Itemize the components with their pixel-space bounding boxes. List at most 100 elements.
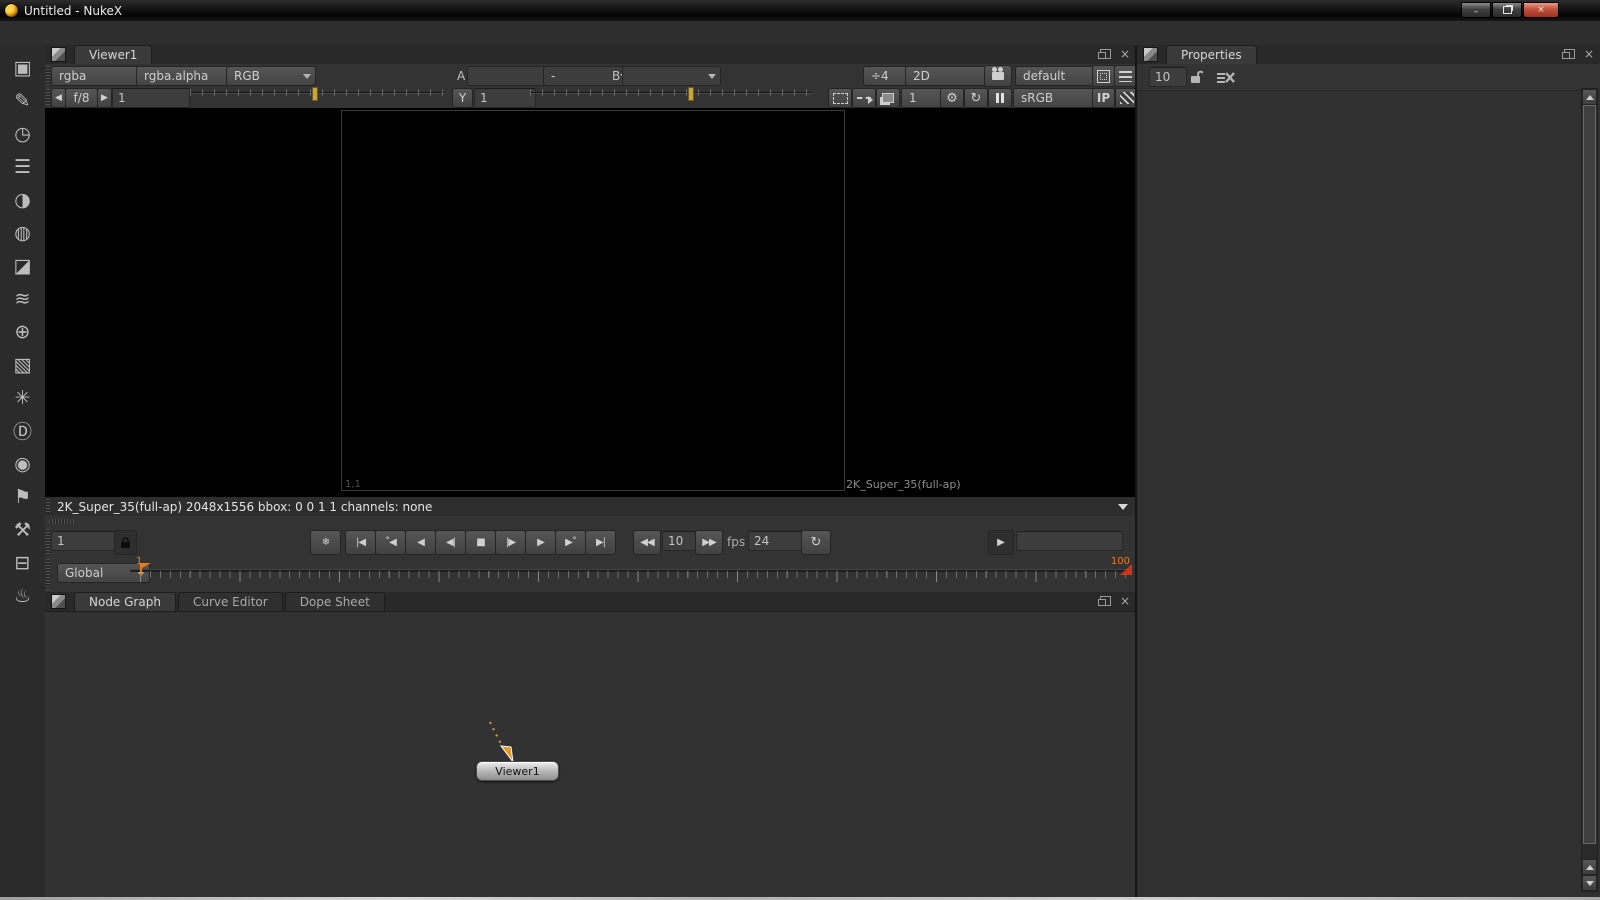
close-pane-icon[interactable]: × [1584, 48, 1594, 60]
nodes-toolbar-views[interactable]: ◉ [6, 447, 40, 480]
nodes-toolbar-3d[interactable]: ▧ [6, 348, 40, 381]
jump-forward-button[interactable]: ▶▶ [695, 530, 723, 555]
menu-viewer[interactable] [76, 30, 94, 36]
pane-menu-icon[interactable] [51, 47, 66, 62]
scrollbar-thumb[interactable] [1583, 105, 1596, 844]
splitter-grip[interactable] [46, 89, 50, 106]
nodes-toolbar-other[interactable]: ⊟ [6, 546, 40, 579]
step-forward-button[interactable]: |▶ [495, 530, 526, 555]
tab-viewer1[interactable]: Viewer1 [74, 45, 152, 64]
chevron-down-icon[interactable] [1118, 504, 1128, 510]
tab-curve-editor[interactable]: Curve Editor [178, 592, 283, 611]
nodes-toolbar-metadata[interactable]: ⚑ [6, 480, 40, 513]
flipbook-button[interactable]: ▶ [988, 530, 1014, 555]
pane-menu-icon[interactable] [1143, 47, 1158, 62]
nodes-toolbar-merge[interactable]: ≋ [6, 282, 40, 315]
previous-keyframe-button[interactable]: ˚◀ [375, 530, 406, 555]
gain-decrement-button[interactable]: ◀ [51, 88, 66, 108]
tab-node-graph[interactable]: Node Graph [74, 592, 176, 611]
node-graph-canvas[interactable]: Viewer1 [45, 612, 1136, 897]
fstop-button[interactable]: f/8 [65, 88, 98, 108]
nodes-toolbar-draw[interactable]: ✎ [6, 84, 40, 117]
playback-mode-button[interactable]: ↻ [801, 530, 831, 555]
zoom-lock-button[interactable] [1092, 65, 1115, 87]
gamma-toggle-button[interactable]: Y [452, 88, 473, 108]
close-pane-icon[interactable]: × [1120, 48, 1130, 60]
close-pane-icon[interactable]: × [1120, 595, 1130, 607]
current-frame-input[interactable]: 1 [51, 531, 121, 551]
play-backward-button[interactable]: ◀ [405, 530, 436, 555]
gain-slider-handle[interactable] [312, 87, 318, 101]
jump-back-button[interactable]: ◀◀ [633, 530, 661, 555]
max-panels-input[interactable]: 10 [1149, 67, 1187, 87]
splitter-grip[interactable] [49, 519, 75, 524]
close-all-panels-icon[interactable] [1217, 71, 1235, 84]
frame-lock-button[interactable] [114, 530, 137, 555]
gain-gamma-toggle-button[interactable]: ⚙ [940, 88, 964, 108]
menu-file[interactable] [10, 30, 28, 36]
input-process-button[interactable]: IP [1092, 88, 1115, 108]
play-forward-button[interactable]: ▶ [525, 530, 556, 555]
menu-help[interactable] [142, 30, 160, 36]
menu-render[interactable] [98, 30, 116, 36]
pause-updates-button[interactable] [988, 88, 1012, 108]
nodes-toolbar-image[interactable]: ▣ [6, 51, 40, 84]
playhead[interactable] [140, 559, 152, 575]
gamma-slider-handle[interactable] [688, 87, 694, 101]
menu-edit[interactable] [32, 30, 50, 36]
stop-button[interactable]: ■ [465, 530, 496, 555]
splitter-grip[interactable] [46, 529, 50, 555]
viewer-settings-button[interactable] [1114, 65, 1137, 87]
nodes-toolbar-color[interactable]: ◑ [6, 183, 40, 216]
go-to-start-button[interactable]: |◀ [345, 530, 376, 555]
menu-cache[interactable] [120, 30, 138, 36]
buffer-b-dropdown[interactable] [622, 66, 721, 86]
tab-dope-sheet[interactable]: Dope Sheet [285, 592, 385, 611]
float-pane-icon[interactable] [1100, 49, 1111, 59]
nodes-toolbar-keyer[interactable]: ◪ [6, 249, 40, 282]
nodes-toolbar-deep[interactable]: Ⓓ [6, 414, 40, 447]
stereo-camera-button[interactable] [984, 65, 1012, 87]
nodes-toolbar-filter[interactable]: ◍ [6, 216, 40, 249]
gamma-slider[interactable] [530, 89, 812, 109]
splitter-grip[interactable] [46, 559, 50, 590]
viewer-canvas[interactable]: 1,1 2K_Super_35(full-ap) [45, 108, 1136, 497]
nodes-toolbar-time[interactable]: ◷ [6, 117, 40, 150]
scroll-up-button-bottom[interactable] [1582, 859, 1597, 875]
gain-slider[interactable] [190, 89, 445, 109]
refresh-button[interactable]: ↻ [964, 88, 988, 108]
next-keyframe-button[interactable]: ▶˚ [555, 530, 586, 555]
step-back-button[interactable]: ◀| [435, 530, 466, 555]
pause-halt-button[interactable]: ❄ [310, 530, 341, 555]
fps-input[interactable]: 24 [748, 531, 806, 551]
menu-layout[interactable] [54, 30, 72, 36]
properties-scrollbar[interactable] [1581, 88, 1598, 892]
nodes-toolbar-particles[interactable]: ✳ [6, 381, 40, 414]
scroll-down-button[interactable] [1582, 875, 1597, 891]
float-pane-icon[interactable] [1564, 49, 1575, 59]
tab-properties[interactable]: Properties [1166, 45, 1257, 64]
splitter-grip[interactable] [46, 499, 50, 514]
scroll-up-button[interactable] [1582, 89, 1597, 105]
splitter-grip[interactable] [46, 66, 50, 85]
go-to-end-button[interactable]: ▶| [585, 530, 616, 555]
gain-increment-button[interactable]: ▶ [97, 88, 112, 108]
nodes-toolbar-transform[interactable]: ⊕ [6, 315, 40, 348]
timeline-ruler[interactable]: 1 100 [130, 563, 1132, 591]
gamma-input[interactable]: 1 [474, 88, 536, 108]
node-viewer1[interactable]: Viewer1 [476, 761, 559, 781]
pane-menu-icon[interactable] [51, 594, 66, 609]
unlock-icon[interactable] [1189, 69, 1203, 84]
minimize-button[interactable]: – [1461, 2, 1491, 18]
input-process-order-button[interactable] [852, 88, 876, 108]
nodes-toolbar-channel[interactable]: ☰ [6, 150, 40, 183]
render-progress-field[interactable] [1016, 531, 1123, 551]
nodes-toolbar-toolsets[interactable]: ⚒ [6, 513, 40, 546]
display-channels-dropdown[interactable]: RGB [226, 66, 316, 86]
float-pane-icon[interactable] [1100, 596, 1111, 606]
monitor-out-button[interactable] [876, 88, 900, 108]
nodes-toolbar-plugins[interactable]: ♨ [6, 579, 40, 612]
gain-input[interactable]: 1 [112, 88, 190, 108]
maximize-button[interactable] [1492, 2, 1522, 18]
roi-button[interactable] [828, 88, 852, 108]
